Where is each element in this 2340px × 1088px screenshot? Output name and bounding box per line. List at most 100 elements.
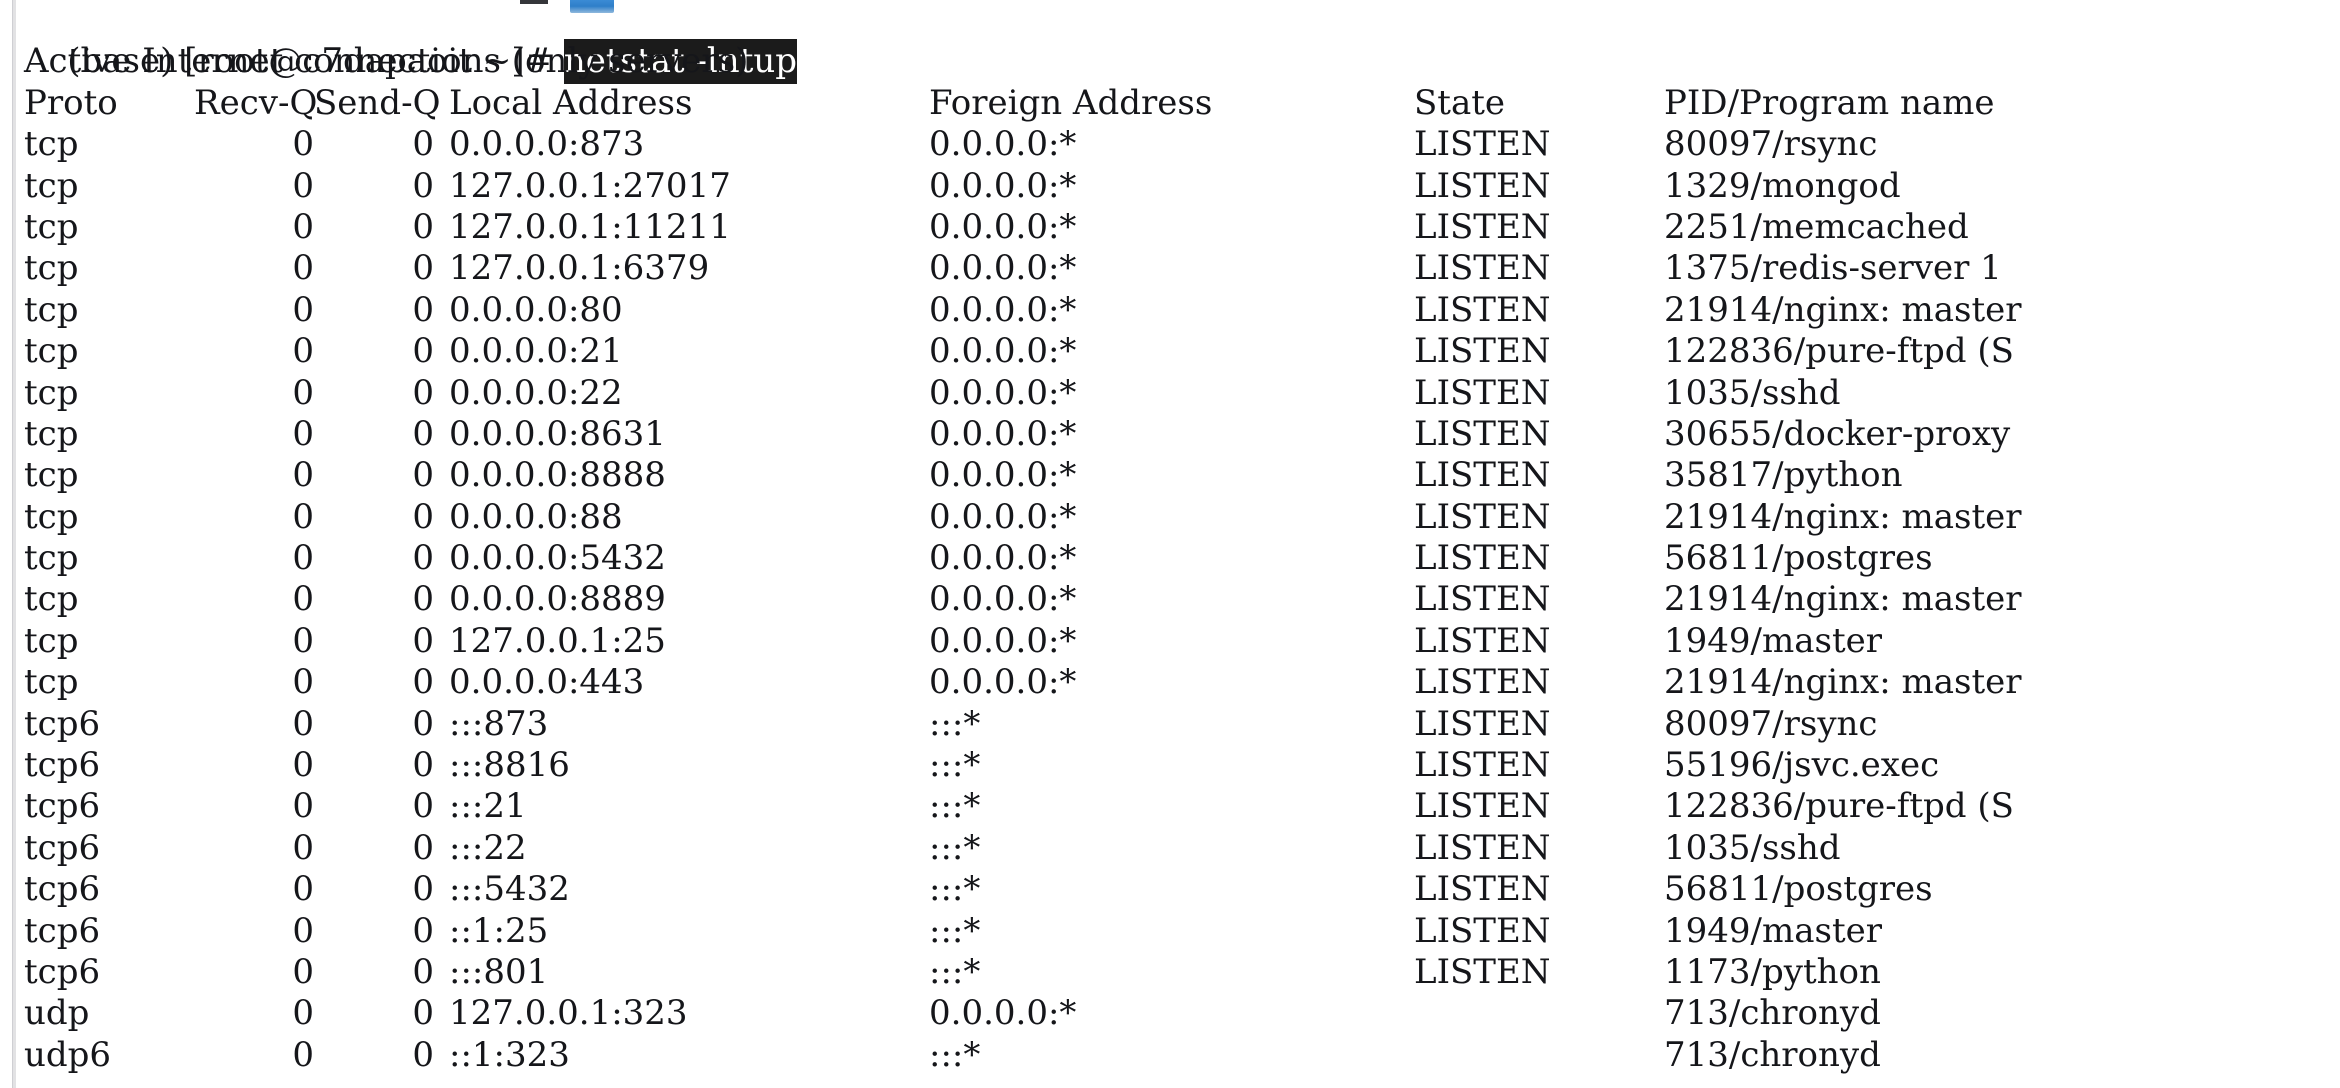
cell-state: LISTEN [1414, 869, 1551, 910]
cell-pid-program: 713/chronyd [1664, 993, 1881, 1034]
cell-foreign-address: 0.0.0.0:* [929, 248, 1077, 289]
cell-state: LISTEN [1414, 538, 1551, 579]
cell-state: LISTEN [1414, 703, 1551, 744]
command-prompt-line[interactable]: (base) [root@c7dapaoit ~]# netstat -lntu… [24, 0, 2340, 85]
table-row: tcp 0 0 127.0.0.1:11211 0.0.0.0:* LISTEN 2251/… [24, 207, 2340, 248]
cell-pid-program: 21914/nginx: master [1664, 579, 2022, 620]
cell-foreign-address: :::* [929, 786, 981, 827]
cell-sendq: 0 [412, 745, 434, 786]
cell-pid-program: 21914/nginx: master [1664, 496, 2022, 537]
header-local-address: Local Address [449, 82, 693, 123]
cell-recvq: 0 [292, 662, 314, 703]
netstat-banner: Active Internet connections (only server… [24, 41, 749, 82]
cell-proto: tcp [24, 662, 79, 703]
table-row: tcp 0 0 0.0.0.0:8889 0.0.0.0:* LISTEN 21914/ng… [24, 579, 2340, 620]
cell-recvq: 0 [292, 827, 314, 868]
cell-local-address: :::5432 [449, 869, 570, 910]
cell-recvq: 0 [292, 372, 314, 413]
cell-foreign-address: 0.0.0.0:* [929, 124, 1077, 165]
cell-proto: tcp [24, 206, 79, 247]
netstat-rows: tcp 0 0 0.0.0.0:873 0.0.0.0:* LISTEN 80097/rsy… [24, 124, 2340, 1076]
cell-proto: tcp6 [24, 827, 101, 868]
cell-pid-program: 35817/python [1664, 455, 1903, 496]
cell-recvq: 0 [292, 289, 314, 330]
cell-pid-program: 21914/nginx: master [1664, 662, 2022, 703]
final-prompt-line[interactable]: (base) [root@c7dapaoit ~]# [24, 1059, 588, 1088]
cell-foreign-address: 0.0.0.0:* [929, 455, 1077, 496]
table-header-row: Proto Recv-Q Send-Q Local Address Foreig… [24, 83, 2340, 124]
cell-pid-program: 30655/docker-proxy [1664, 413, 2011, 454]
cell-pid-program: 1035/sshd [1664, 827, 1841, 868]
cell-state: LISTEN [1414, 206, 1551, 247]
header-foreign-address: Foreign Address [929, 82, 1213, 123]
cell-pid-program: 55196/jsvc.exec [1664, 745, 1940, 786]
table-row: tcp6 0 0::1:25:::* LISTEN 1949/master [24, 911, 2340, 952]
cell-recvq: 0 [292, 951, 314, 992]
cell-local-address: 127.0.0.1:25 [449, 620, 666, 661]
cell-recvq: 0 [292, 248, 314, 289]
cell-local-address: :::8816 [449, 745, 570, 786]
header-pid-program: PID/Program name [1664, 82, 1995, 123]
cell-pid-program: 2251/memcached [1664, 206, 1969, 247]
cell-pid-program: 1375/redis-server 1 [1664, 248, 2002, 289]
cell-state: LISTEN [1414, 662, 1551, 703]
cell-sendq: 0 [412, 910, 434, 951]
cell-recvq: 0 [292, 620, 314, 661]
cell-pid-program: 80097/rsync [1664, 124, 1878, 165]
cell-sendq: 0 [412, 124, 434, 165]
cell-proto: tcp [24, 331, 79, 372]
cell-state: LISTEN [1414, 372, 1551, 413]
cell-foreign-address: 0.0.0.0:* [929, 662, 1077, 703]
cell-local-address: 0.0.0.0:80 [449, 289, 623, 330]
cell-sendq: 0 [412, 372, 434, 413]
cell-foreign-address: 0.0.0.0:* [929, 993, 1077, 1034]
cell-proto: tcp [24, 248, 79, 289]
cell-local-address: :::873 [449, 703, 549, 744]
cell-foreign-address: :::* [929, 910, 981, 951]
table-row: tcp 0 0 0.0.0.0:8631 0.0.0.0:* LISTEN 30655/do… [24, 414, 2340, 455]
pane-left-border [12, 0, 16, 1088]
cell-sendq: 0 [412, 662, 434, 703]
cell-proto: tcp [24, 289, 79, 330]
cell-foreign-address: 0.0.0.0:* [929, 206, 1077, 247]
cell-sendq: 0 [412, 538, 434, 579]
cell-state: LISTEN [1414, 124, 1551, 165]
cell-foreign-address: 0.0.0.0:* [929, 413, 1077, 454]
cell-sendq: 0 [412, 620, 434, 661]
cell-state: LISTEN [1414, 951, 1551, 992]
cell-sendq: 0 [412, 703, 434, 744]
table-row: tcp 0 0 0.0.0.0:21 0.0.0.0:* LISTEN 122836/pur… [24, 331, 2340, 372]
cell-foreign-address: 0.0.0.0:* [929, 579, 1077, 620]
cell-pid-program: 1949/master [1664, 910, 1882, 951]
cell-proto: tcp [24, 620, 79, 661]
cell-recvq: 0 [292, 124, 314, 165]
cell-foreign-address: 0.0.0.0:* [929, 331, 1077, 372]
cell-foreign-address: 0.0.0.0:* [929, 289, 1077, 330]
terminal-window[interactable]: (base) [root@c7dapaoit ~]# netstat -lntu… [0, 0, 2340, 1088]
cell-recvq: 0 [292, 993, 314, 1034]
cell-foreign-address: :::* [929, 869, 981, 910]
text-selection-handle[interactable] [570, 0, 614, 13]
cell-foreign-address: :::* [929, 703, 981, 744]
cell-sendq: 0 [412, 786, 434, 827]
table-row: tcp 0 0 127.0.0.1:27017 0.0.0.0:* LISTEN 1329/… [24, 166, 2340, 207]
cell-local-address: :::22 [449, 827, 527, 868]
cell-proto: tcp6 [24, 703, 101, 744]
cell-proto: tcp [24, 124, 79, 165]
cell-local-address: 0.0.0.0:88 [449, 496, 623, 537]
cell-foreign-address: :::* [929, 951, 981, 992]
table-row: tcp 0 0 0.0.0.0:873 0.0.0.0:* LISTEN 80097/rsy… [24, 124, 2340, 165]
table-row: tcp 0 0 0.0.0.0:5432 0.0.0.0:* LISTEN 56811/po… [24, 538, 2340, 579]
cell-state: LISTEN [1414, 745, 1551, 786]
cell-state: LISTEN [1414, 165, 1551, 206]
cell-state: LISTEN [1414, 910, 1551, 951]
cell-state: LISTEN [1414, 413, 1551, 454]
cell-proto: udp [24, 993, 90, 1034]
cell-proto: tcp [24, 579, 79, 620]
header-state: State [1414, 82, 1506, 123]
table-row: tcp6 0 0:::5432:::* LISTEN 56811/postgres [24, 869, 2340, 910]
cell-proto: tcp6 [24, 745, 101, 786]
cell-local-address: 127.0.0.1:11211 [449, 206, 731, 247]
cell-recvq: 0 [292, 869, 314, 910]
cell-sendq: 0 [412, 827, 434, 868]
